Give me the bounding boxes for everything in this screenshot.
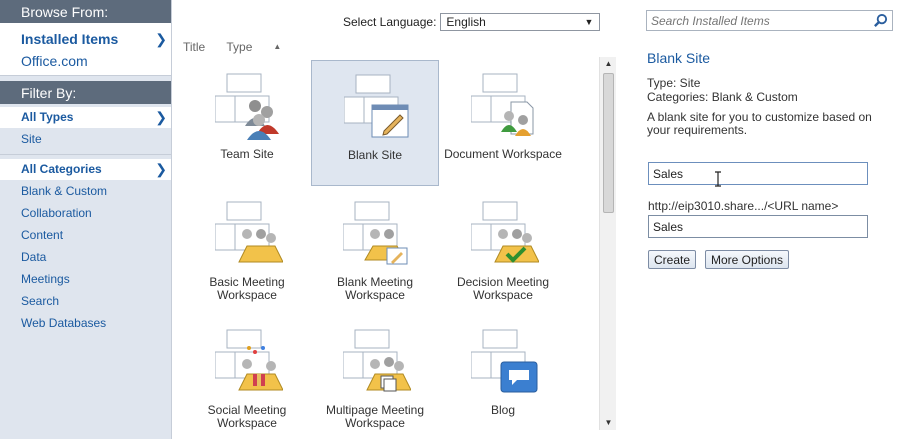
tile-label: Decision Meeting Workspace — [456, 275, 550, 302]
browse-item-label: Installed Items — [21, 31, 119, 47]
tile-label: Blank Meeting Workspace — [336, 275, 414, 302]
filter-data[interactable]: Data — [0, 246, 171, 268]
filter-by-header: Filter By: — [0, 81, 171, 104]
language-select[interactable]: English ▼ — [440, 13, 601, 31]
blank-meeting-icon — [343, 201, 408, 265]
create-button[interactable]: Create — [648, 250, 697, 269]
category-filter-group: All Categories ❯ Blank & Custom Collabor… — [0, 155, 171, 334]
browse-item-office[interactable]: Office.com — [0, 50, 171, 72]
filter-web-databases[interactable]: Web Databases — [0, 312, 171, 334]
tile-blank-meeting[interactable]: Blank Meeting Workspace — [311, 188, 439, 314]
filter-all-categories[interactable]: All Categories ❯ — [0, 159, 171, 180]
tile-document-workspace[interactable]: Document Workspace — [439, 60, 567, 186]
tile-decision-meeting[interactable]: Decision Meeting Workspace — [439, 188, 567, 314]
filter-all-types[interactable]: All Types ❯ — [0, 107, 171, 128]
sort-ascending-icon: ▲ — [273, 42, 282, 51]
detail-type: Type: Site — [647, 76, 701, 90]
sort-by-type[interactable]: Type ▲ — [226, 40, 299, 54]
detail-title: Blank Site — [647, 50, 711, 66]
detail-categories: Categories: Blank & Custom — [647, 90, 798, 104]
tile-basic-meeting[interactable]: Basic Meeting Workspace — [183, 188, 311, 314]
basic-meeting-icon — [215, 201, 283, 263]
scroll-thumb[interactable] — [603, 73, 614, 213]
search-box — [646, 10, 893, 31]
tile-blank-site[interactable]: Blank Site — [311, 60, 439, 186]
filter-label: Site — [21, 132, 42, 146]
filter-label: Web Databases — [21, 316, 107, 330]
browse-from-header: Browse From: — [0, 0, 171, 23]
filter-content[interactable]: Content — [0, 224, 171, 246]
decision-meeting-icon — [471, 201, 539, 263]
language-value: English — [446, 15, 486, 29]
detail-meta: Type: Site Categories: Blank & Custom — [647, 76, 798, 104]
browse-item-installed[interactable]: Installed Items ❯ — [0, 28, 171, 50]
url-name-input[interactable] — [648, 215, 868, 238]
more-options-button[interactable]: More Options — [705, 250, 790, 269]
sidebar: Browse From: Installed Items ❯ Office.co… — [0, 0, 172, 439]
tile-team-site[interactable]: Team Site — [183, 60, 311, 186]
filter-search[interactable]: Search — [0, 290, 171, 312]
filter-label: Collaboration — [21, 206, 92, 220]
tile-label: Blank Site — [347, 148, 403, 162]
template-grid: Team Site Blank Site Document Workspace — [183, 60, 595, 439]
browse-from-group: Installed Items ❯ Office.com — [0, 23, 171, 76]
sort-type-label: Type — [226, 40, 253, 54]
template-grid-scrollbar[interactable]: ▲ ▼ — [599, 57, 616, 430]
sort-row: Title Type ▲ — [183, 40, 317, 54]
document-workspace-icon — [471, 73, 534, 136]
text-cursor-icon — [715, 171, 721, 187]
tile-blog[interactable]: Blog — [439, 316, 567, 439]
scroll-down-icon[interactable]: ▼ — [600, 416, 617, 430]
filter-label: Meetings — [21, 272, 70, 286]
tile-multipage-meeting[interactable]: Multipage Meeting Workspace — [311, 316, 439, 439]
sort-by-title[interactable]: Title — [183, 40, 205, 54]
dropdown-arrow-icon: ▼ — [584, 17, 594, 27]
blog-icon — [471, 329, 538, 393]
chevron-right-icon: ❯ — [155, 31, 167, 47]
search-icon[interactable] — [873, 13, 888, 28]
language-row: Select Language: English ▼ — [343, 12, 601, 32]
filter-label: Blank & Custom — [21, 184, 108, 198]
detail-description: A blank site for you to customize based … — [647, 110, 872, 137]
tile-label: Multipage Meeting Workspace — [325, 403, 425, 430]
team-site-icon — [215, 73, 279, 140]
multipage-meeting-icon — [343, 329, 411, 392]
filter-site[interactable]: Site — [0, 128, 171, 150]
filter-label: Content — [21, 228, 64, 242]
filter-collaboration[interactable]: Collaboration — [0, 202, 171, 224]
title-input[interactable] — [648, 162, 868, 185]
chevron-right-icon: ❯ — [155, 161, 167, 177]
tile-label: Basic Meeting Workspace — [209, 275, 285, 302]
tile-label: Blog — [490, 403, 516, 417]
browse-item-label: Office.com — [21, 53, 88, 69]
url-label: http://eip3010.share.../<URL name> — [648, 199, 839, 213]
tile-label: Document Workspace — [444, 147, 562, 161]
filter-label: Search — [21, 294, 60, 308]
filter-meetings[interactable]: Meetings — [0, 268, 171, 290]
search-input[interactable] — [647, 11, 867, 30]
filter-label: All Categories — [21, 162, 102, 176]
filter-label: Data — [21, 250, 47, 264]
scroll-up-icon[interactable]: ▲ — [600, 57, 617, 71]
tile-social-meeting[interactable]: Social Meeting Workspace — [183, 316, 311, 439]
filter-label: All Types — [21, 110, 74, 124]
blank-site-icon — [344, 74, 409, 138]
chevron-right-icon: ❯ — [155, 109, 167, 125]
social-meeting-icon — [215, 329, 283, 391]
type-filter-group: All Types ❯ Site — [0, 104, 171, 155]
language-label: Select Language: — [343, 15, 437, 29]
tile-label: Social Meeting Workspace — [207, 403, 287, 430]
tile-label: Team Site — [220, 147, 274, 161]
filter-blank-custom[interactable]: Blank & Custom — [0, 180, 171, 202]
